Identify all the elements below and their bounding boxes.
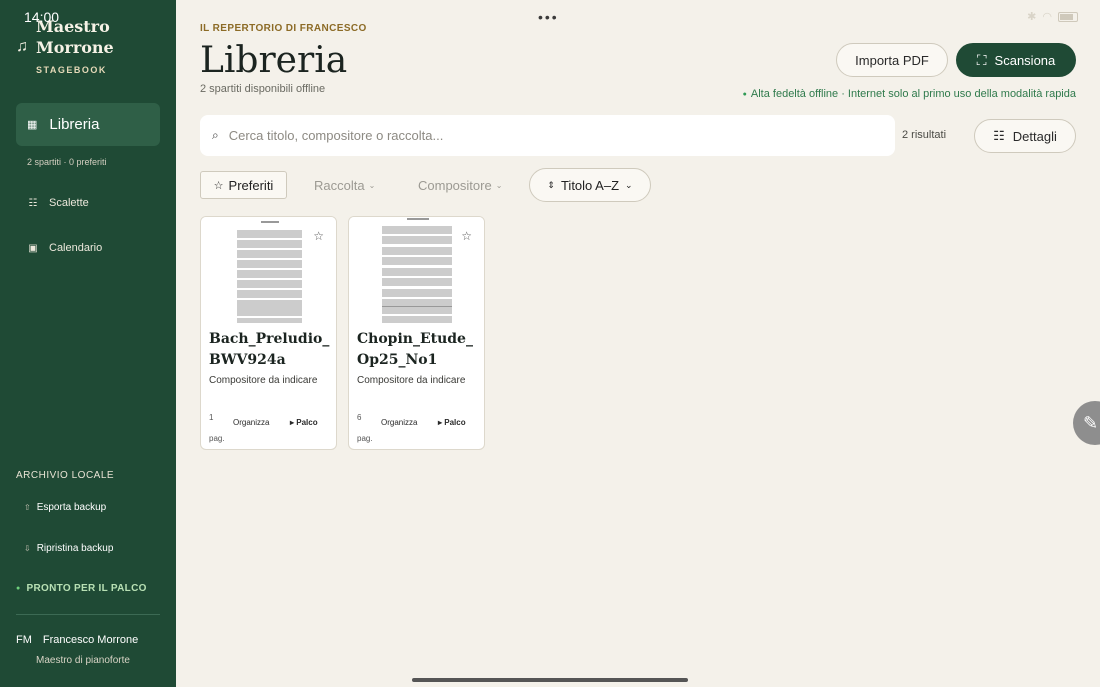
export-backup-label: Esporta backup <box>36 502 107 513</box>
list-icon: ☷ <box>28 197 38 209</box>
grid-icon: ▦ <box>27 119 38 131</box>
sidebar-item-scalette[interactable]: ☷ Scalette <box>27 197 89 209</box>
score-title: Chopin_Etude_Op25_No1 <box>357 331 473 368</box>
divider <box>16 614 160 615</box>
stage-button[interactable]: ▸ Palco <box>290 418 318 427</box>
import-pdf-button[interactable]: Importa PDF <box>836 43 948 77</box>
export-backup-button[interactable]: ⇧ Esporta backup <box>24 502 106 513</box>
upload-icon: ⇧ <box>24 503 31 512</box>
chevron-down-icon: ⌄ <box>625 179 633 190</box>
sidebar: ♫ Maestro Morrone STAGEBOOK ▦ Libreria 2… <box>0 0 176 687</box>
fidelity-text: Alta fedeltà offline · Internet solo al … <box>750 88 1076 100</box>
pencil-icon[interactable]: ✎ <box>1073 401 1100 445</box>
scan-button[interactable]: ⛶ Scansiona <box>956 43 1076 77</box>
download-icon: ⇩ <box>24 544 31 553</box>
page-title: Libreria <box>200 40 348 81</box>
collection-filter[interactable]: Raccolta ⌄ <box>314 171 375 199</box>
star-icon: ☆ <box>213 179 224 192</box>
bluetooth-icon: ✱ <box>1027 11 1037 23</box>
score-composer: Compositore da indicare <box>209 375 318 386</box>
status-dot-icon: ● <box>16 585 21 592</box>
favorites-label: Preferiti <box>228 177 274 193</box>
sidebar-item-label: Scalette <box>49 197 89 209</box>
status-time: 14:00 <box>24 9 60 25</box>
search-input[interactable] <box>228 128 849 143</box>
avatar: FM <box>16 634 32 646</box>
scan-label: Scansiona <box>994 52 1056 68</box>
score-card[interactable]: ☆ Chopin_Etude_Op25_No1 Compositore da i… <box>348 216 485 450</box>
results-count: 2 risultati <box>902 129 947 141</box>
search-icon: ⌕ <box>212 128 219 142</box>
favorite-star-icon[interactable]: ☆ <box>461 229 472 243</box>
calendar-icon: ▣ <box>28 242 38 254</box>
sort-label: Titolo A–Z <box>560 177 620 193</box>
organize-button[interactable]: Organizza <box>381 418 417 427</box>
sidebar-item-label: Libreria <box>49 116 100 133</box>
restore-backup-button[interactable]: ⇩ Ripristina backup <box>24 543 113 554</box>
status-icons: ✱ ◠ <box>1027 10 1078 23</box>
composer-label: Compositore <box>418 177 492 193</box>
archive-heading: ARCHIVIO LOCALE <box>16 470 115 481</box>
status-dot-icon: ● <box>742 90 747 98</box>
ready-status: ● PRONTO PER IL PALCO <box>16 583 147 594</box>
composer-filter[interactable]: Compositore ⌄ <box>418 171 502 199</box>
user-role: Maestro di pianoforte <box>36 655 130 666</box>
home-indicator[interactable] <box>412 678 688 682</box>
details-icon: ☷ <box>993 128 1005 143</box>
page-subtitle: 2 spartiti disponibili offline <box>200 83 326 95</box>
details-label: Dettagli <box>1012 128 1057 144</box>
chevron-down-icon: ⌄ <box>495 180 503 190</box>
restore-backup-label: Ripristina backup <box>36 543 114 554</box>
library-meta: 2 spartiti · 0 preferiti <box>27 157 107 167</box>
collection-label: Raccolta <box>314 177 365 193</box>
favorite-star-icon[interactable]: ☆ <box>313 229 324 243</box>
sidebar-item-label: Calendario <box>49 242 103 254</box>
favorites-filter[interactable]: ☆ Preferiti <box>200 171 287 199</box>
fidelity-note: ● Alta fedeltà offline · Internet solo a… <box>743 88 1076 100</box>
sidebar-item-libreria[interactable]: ▦ Libreria <box>16 103 160 146</box>
battery-icon <box>1058 11 1078 22</box>
score-title: Bach_Preludio_BWV924a <box>209 331 330 368</box>
user-name: Francesco Morrone <box>42 634 139 646</box>
score-card[interactable]: ☆ Bach_Preludio_BWV924a Compositore da i… <box>200 216 337 450</box>
sort-icon: ⇕ <box>547 179 555 190</box>
music-note-icon: ♫ <box>16 38 28 55</box>
brand-subtitle: STAGEBOOK <box>36 65 107 75</box>
stage-button[interactable]: ▸ Palco <box>438 418 466 427</box>
user-profile[interactable]: FM Francesco Morrone <box>16 634 138 646</box>
organize-button[interactable]: Organizza <box>233 418 269 427</box>
page-eyebrow: IL REPERTORIO DI FRANCESCO <box>200 23 367 34</box>
chevron-down-icon: ⌄ <box>368 180 376 190</box>
score-composer: Compositore da indicare <box>357 375 466 386</box>
score-pages: 6 pag. <box>357 413 373 443</box>
sidebar-item-calendario[interactable]: ▣ Calendario <box>27 242 102 254</box>
sort-select[interactable]: ⇕ Titolo A–Z ⌄ <box>529 168 651 202</box>
score-pages: 1 pag. <box>209 413 225 443</box>
brand-name-line2: Morrone <box>36 38 114 57</box>
scan-icon: ⛶ <box>976 51 987 68</box>
wifi-icon: ◠ <box>1042 11 1052 23</box>
search-bar[interactable]: ⌕ <box>200 115 895 156</box>
details-button[interactable]: ☷ Dettagli <box>974 119 1076 153</box>
multitask-dots-icon[interactable]: ••• <box>538 9 559 25</box>
ready-label: PRONTO PER IL PALCO <box>26 583 147 594</box>
